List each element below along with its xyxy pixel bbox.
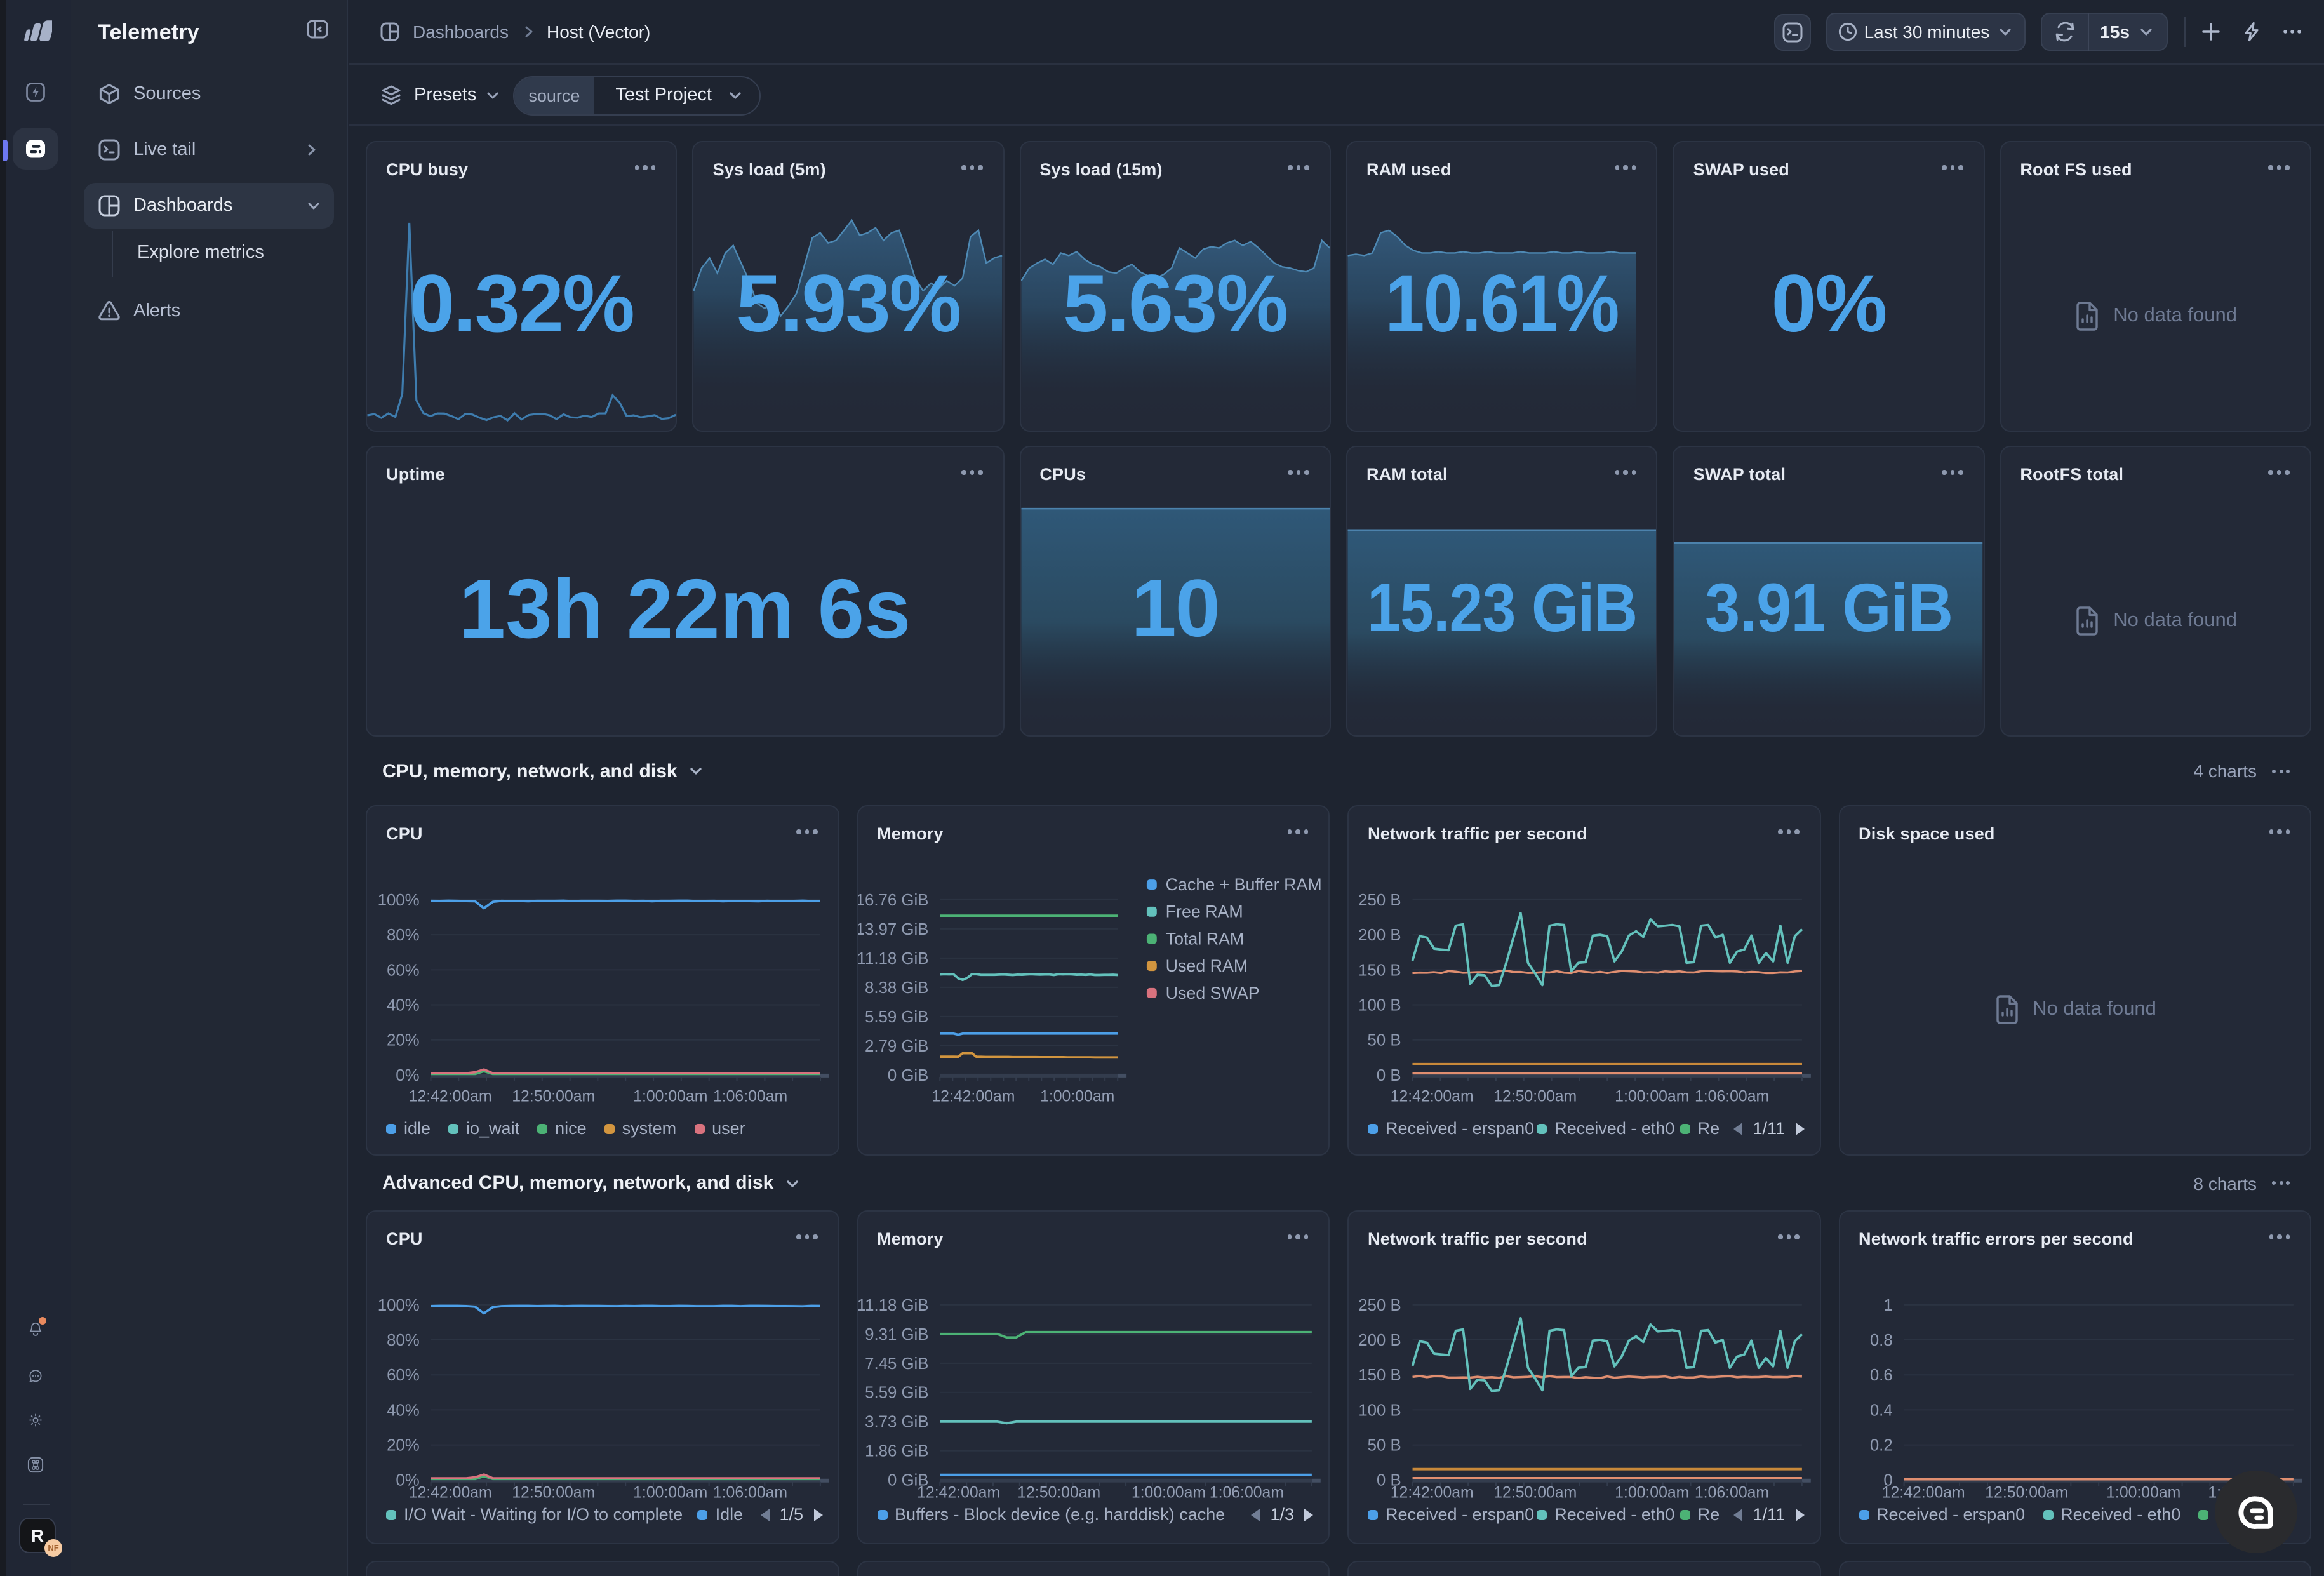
svg-text:100 B: 100 B xyxy=(1358,996,1401,1014)
svg-text:8.38 GiB: 8.38 GiB xyxy=(864,979,928,997)
svg-text:12:50:00am: 12:50:00am xyxy=(1493,1485,1577,1502)
svg-text:12:50:00am: 12:50:00am xyxy=(512,1088,595,1105)
svg-text:7.45 GiB: 7.45 GiB xyxy=(864,1355,928,1373)
svg-text:0%: 0% xyxy=(396,1067,419,1085)
svg-text:12:42:00am: 12:42:00am xyxy=(409,1485,492,1502)
svg-text:9.31 GiB: 9.31 GiB xyxy=(864,1326,928,1344)
svg-text:12:42:00am: 12:42:00am xyxy=(409,1088,492,1105)
svg-text:40%: 40% xyxy=(387,996,420,1014)
svg-text:1: 1 xyxy=(1883,1297,1892,1314)
svg-text:16.76 GiB: 16.76 GiB xyxy=(858,892,928,909)
svg-text:50 B: 50 B xyxy=(1368,1032,1401,1050)
svg-text:200 B: 200 B xyxy=(1358,1332,1401,1349)
svg-text:Cache + Buffer RAM: Cache + Buffer RAM xyxy=(1165,875,1321,894)
svg-text:150 B: 150 B xyxy=(1358,961,1401,979)
svg-text:1:00:00am: 1:00:00am xyxy=(1615,1485,1689,1502)
svg-text:12:50:00am: 12:50:00am xyxy=(1017,1485,1100,1502)
svg-text:12:42:00am: 12:42:00am xyxy=(931,1088,1014,1105)
svg-text:60%: 60% xyxy=(387,961,420,979)
svg-text:20%: 20% xyxy=(387,1437,420,1455)
svg-text:1:00:00am: 1:00:00am xyxy=(633,1485,707,1502)
svg-text:40%: 40% xyxy=(387,1401,420,1419)
svg-text:1:06:00am: 1:06:00am xyxy=(1695,1485,1769,1502)
svg-text:3.73 GiB: 3.73 GiB xyxy=(864,1413,928,1431)
svg-text:100 B: 100 B xyxy=(1358,1401,1401,1419)
svg-text:1:06:00am: 1:06:00am xyxy=(713,1088,787,1105)
svg-text:13.97 GiB: 13.97 GiB xyxy=(858,921,928,938)
svg-text:1:00:00am: 1:00:00am xyxy=(1615,1088,1689,1105)
svg-text:1:06:00am: 1:06:00am xyxy=(1695,1088,1769,1105)
svg-text:200 B: 200 B xyxy=(1358,926,1401,944)
svg-text:1:00:00am: 1:00:00am xyxy=(633,1088,707,1105)
svg-text:80%: 80% xyxy=(387,926,420,944)
svg-text:12:50:00am: 12:50:00am xyxy=(1984,1485,2067,1502)
svg-text:5.59 GiB: 5.59 GiB xyxy=(864,1008,928,1026)
svg-text:250 B: 250 B xyxy=(1358,892,1401,909)
svg-text:1:00:00am: 1:00:00am xyxy=(1131,1485,1205,1502)
svg-text:150 B: 150 B xyxy=(1358,1366,1401,1384)
svg-text:60%: 60% xyxy=(387,1366,420,1384)
svg-text:Used RAM: Used RAM xyxy=(1165,956,1248,975)
svg-text:5.59 GiB: 5.59 GiB xyxy=(864,1384,928,1402)
svg-text:Used SWAP: Used SWAP xyxy=(1165,984,1259,1003)
svg-text:0.8: 0.8 xyxy=(1869,1332,1892,1349)
svg-text:0.4: 0.4 xyxy=(1869,1401,1892,1419)
svg-text:20%: 20% xyxy=(387,1032,420,1050)
svg-text:100%: 100% xyxy=(378,1297,420,1314)
svg-text:0 GiB: 0 GiB xyxy=(887,1067,928,1085)
svg-text:11.18 GiB: 11.18 GiB xyxy=(858,950,928,968)
svg-text:1:06:00am: 1:06:00am xyxy=(1209,1485,1283,1502)
svg-text:50 B: 50 B xyxy=(1368,1437,1401,1455)
svg-text:1:00:00am: 1:00:00am xyxy=(2106,1485,2180,1502)
svg-text:Total RAM: Total RAM xyxy=(1165,929,1244,948)
svg-text:1.86 GiB: 1.86 GiB xyxy=(864,1443,928,1460)
svg-text:0 B: 0 B xyxy=(1377,1067,1401,1085)
svg-text:0.6: 0.6 xyxy=(1869,1366,1892,1384)
svg-text:12:50:00am: 12:50:00am xyxy=(1493,1088,1577,1105)
svg-text:12:42:00am: 12:42:00am xyxy=(916,1485,999,1502)
svg-text:12:42:00am: 12:42:00am xyxy=(1391,1485,1474,1502)
svg-text:12:42:00am: 12:42:00am xyxy=(1391,1088,1474,1105)
svg-text:250 B: 250 B xyxy=(1358,1297,1401,1314)
svg-text:2.79 GiB: 2.79 GiB xyxy=(864,1038,928,1055)
svg-text:80%: 80% xyxy=(387,1332,420,1349)
svg-text:0.2: 0.2 xyxy=(1869,1437,1892,1455)
svg-text:12:50:00am: 12:50:00am xyxy=(512,1485,595,1502)
svg-text:12:42:00am: 12:42:00am xyxy=(1881,1485,1965,1502)
svg-text:100%: 100% xyxy=(378,892,420,909)
svg-text:Free RAM: Free RAM xyxy=(1165,902,1243,921)
svg-text:1:00:00am: 1:00:00am xyxy=(1039,1088,1114,1105)
svg-text:11.18 GiB: 11.18 GiB xyxy=(858,1297,928,1314)
svg-text:1:06:00am: 1:06:00am xyxy=(713,1485,787,1502)
